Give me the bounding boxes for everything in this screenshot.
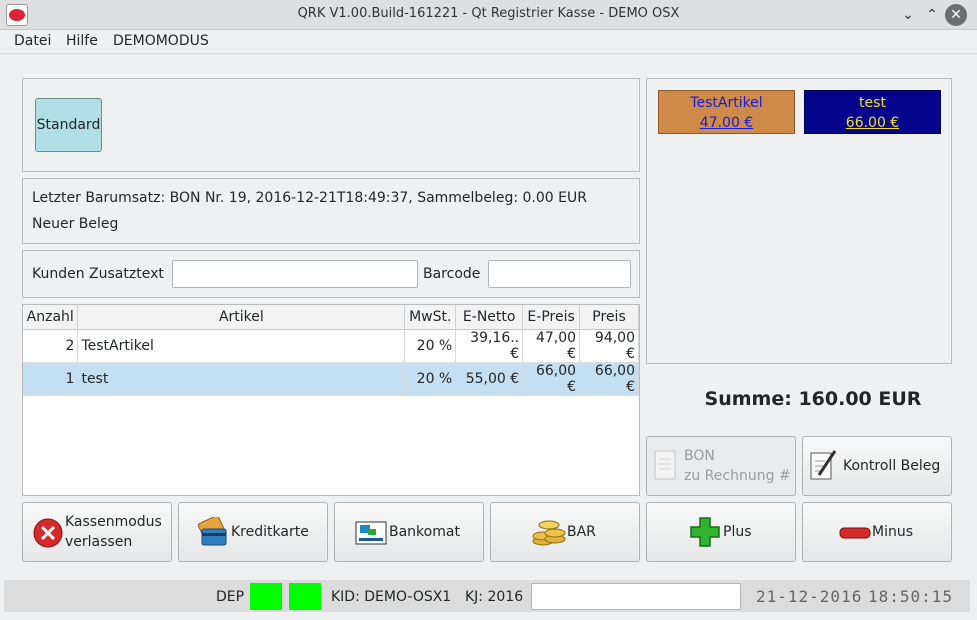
customer-text-label: Kunden Zusatztext <box>32 266 164 282</box>
cell-unit-net[interactable]: 39,16.. € <box>455 329 524 363</box>
receipt-info-group: Letzter Barumsatz: BON Nr. 19, 2016-12-2… <box>22 178 640 244</box>
barcode-input[interactable] <box>488 260 631 288</box>
column-header-preis[interactable]: Preis <box>579 305 639 330</box>
product-group: TestArtikel 47.00 € test 66.00 € <box>646 78 952 364</box>
minus-label: Minus <box>872 524 914 540</box>
plus-label: Plus <box>723 524 752 540</box>
coins-icon <box>532 520 566 546</box>
bankomat-icon <box>355 521 387 545</box>
column-header-e-netto[interactable]: E-Netto <box>455 305 524 330</box>
minimize-icon[interactable]: ⌄ <box>896 3 920 27</box>
dep-status-indicator <box>250 583 282 610</box>
cell-price[interactable]: 66,00 € <box>579 362 639 396</box>
minus-icon <box>839 527 871 539</box>
dep-label: DEP <box>216 589 245 605</box>
cash-button[interactable]: BAR <box>490 502 640 562</box>
category-group: Standard <box>22 78 640 172</box>
last-receipt-text: Letzter Barumsatz: BON Nr. 19, 2016-12-2… <box>32 190 587 206</box>
table-header-row: Anzahl Artikel MwSt. E-Netto E-Preis Pre… <box>23 305 639 330</box>
customer-text-input[interactable] <box>172 260 418 288</box>
category-standard-label: Standard <box>36 117 101 133</box>
table-row[interactable]: 2 TestArtikel 20 % 39,16.. € 47,00 € 94,… <box>23 329 639 363</box>
status-message-field <box>531 583 741 610</box>
exit-cashier-mode-button[interactable]: Kassenmodus verlassen <box>22 502 172 562</box>
receipt-table: Anzahl Artikel MwSt. E-Netto E-Preis Pre… <box>22 304 640 496</box>
product-test-price: 66.00 € <box>845 115 900 131</box>
control-receipt-button[interactable]: Kontroll Beleg <box>802 436 952 496</box>
product-test-button[interactable]: test 66.00 € <box>804 90 941 134</box>
column-header-artikel[interactable]: Artikel <box>77 305 406 330</box>
status-date: 21-12-2016 <box>756 587 863 606</box>
status-bar: DEP KID: DEMO-OSX1 KJ: 2016 21-12-2016 1… <box>4 580 970 612</box>
barcode-label: Barcode <box>423 266 481 282</box>
customer-group: Kunden Zusatztext Barcode <box>22 250 640 298</box>
menu-demomodus[interactable]: DEMOMODUS <box>113 33 209 49</box>
column-header-mwst[interactable]: MwSt. <box>404 305 457 330</box>
dep-status-indicator <box>289 583 321 610</box>
cell-article[interactable]: TestArtikel <box>77 329 406 363</box>
plus-icon <box>690 517 720 547</box>
category-standard-button[interactable]: Standard <box>35 98 102 152</box>
cell-quantity[interactable]: 2 <box>23 329 79 363</box>
menu-hilfe[interactable]: Hilfe <box>66 33 98 49</box>
plus-button[interactable]: Plus <box>646 502 796 562</box>
bon-to-invoice-button[interactable]: BON zu Rechnung # <box>646 436 796 496</box>
bankomat-button[interactable]: Bankomat <box>334 502 484 562</box>
product-testartikel-price: 47.00 € <box>699 115 754 131</box>
cash-label: BAR <box>567 524 596 540</box>
bon-line2: zu Rechnung # <box>684 468 791 484</box>
total-sum: Summe: 160.00 EUR <box>704 388 922 410</box>
credit-card-label: Kreditkarte <box>231 524 309 540</box>
cell-quantity[interactable]: 1 <box>23 362 79 396</box>
exit-line2: verlassen <box>65 534 133 550</box>
cell-unit-net[interactable]: 55,00 € <box>455 362 524 396</box>
menu-bar: Datei Hilfe DEMOMODUS <box>0 30 977 54</box>
cell-vat[interactable]: 20 % <box>404 362 457 396</box>
exit-line1: Kassenmodus <box>65 514 162 530</box>
table-row[interactable]: 1 test 20 % 55,00 € 66,00 € 66,00 € <box>23 362 639 396</box>
title-bar: QRK V1.00.Build-161221 - Qt Registrier K… <box>0 0 977 30</box>
minus-button[interactable]: Minus <box>802 502 952 562</box>
column-header-anzahl[interactable]: Anzahl <box>23 305 79 330</box>
control-receipt-label: Kontroll Beleg <box>843 458 941 474</box>
product-testartikel-button[interactable]: TestArtikel 47.00 € <box>658 90 795 134</box>
document-icon <box>654 450 676 480</box>
product-testartikel-name: TestArtikel <box>690 95 763 111</box>
kj-label: KJ: 2016 <box>465 589 524 605</box>
kid-label: KID: DEMO-OSX1 <box>331 589 452 605</box>
product-test-name: test <box>859 95 886 111</box>
credit-card-button[interactable]: Kreditkarte <box>178 502 328 562</box>
cell-unit-price[interactable]: 66,00 € <box>522 362 581 396</box>
menu-datei[interactable]: Datei <box>14 33 51 49</box>
column-header-e-preis[interactable]: E-Preis <box>522 305 581 330</box>
cell-unit-price[interactable]: 47,00 € <box>522 329 581 363</box>
new-receipt-text: Neuer Beleg <box>32 216 119 232</box>
bon-line1: BON <box>684 448 715 464</box>
cell-article[interactable]: test <box>77 362 406 396</box>
maximize-icon[interactable]: ⌃ <box>920 3 944 27</box>
edit-document-icon <box>810 450 837 480</box>
window-title: QRK V1.00.Build-161221 - Qt Registrier K… <box>297 6 680 21</box>
exit-icon <box>33 518 63 548</box>
credit-card-icon <box>197 517 227 546</box>
cell-price[interactable]: 94,00 € <box>579 329 639 363</box>
status-time: 18:50:15 <box>868 587 954 606</box>
cell-vat[interactable]: 20 % <box>404 329 457 363</box>
bankomat-label: Bankomat <box>389 524 460 540</box>
close-icon[interactable]: ✕ <box>945 4 967 26</box>
